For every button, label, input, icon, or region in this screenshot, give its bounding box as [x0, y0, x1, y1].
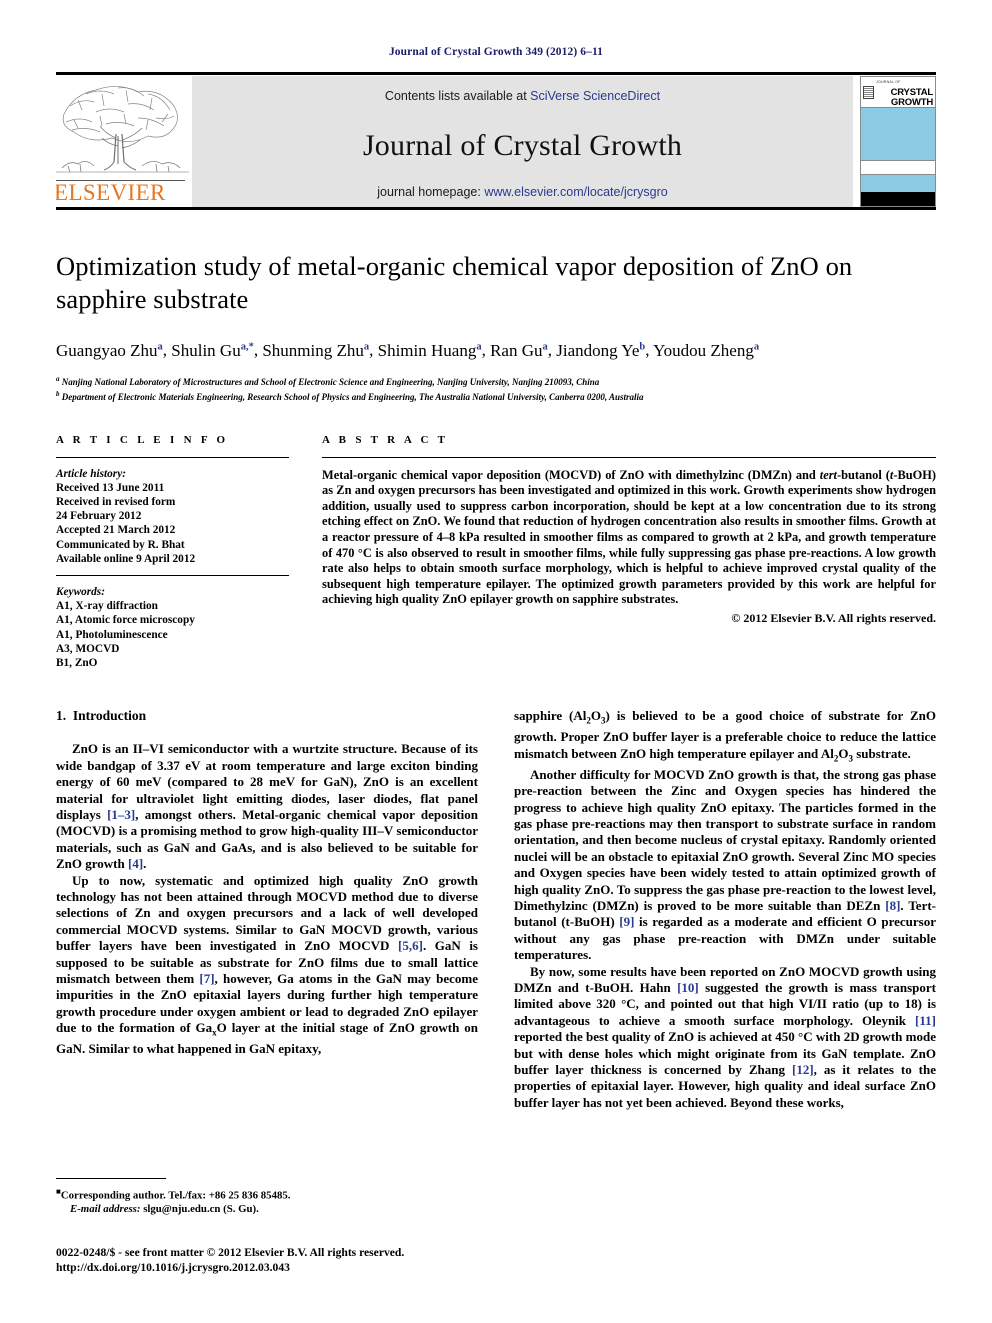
- keyword-2: A1, Atomic force microscopy: [56, 614, 195, 627]
- journal-cover-thumbnail: JOURNAL OF CRYSTAL GROWTH: [860, 76, 936, 207]
- footnote-rule: [56, 1178, 166, 1179]
- citation-10[interactable]: [10]: [677, 980, 699, 995]
- journal-masthead: ELSEVIER Contents lists available at Sci…: [56, 76, 936, 207]
- keywords-rule: [56, 575, 289, 577]
- history-line-6: Available online 9 April 2012: [56, 552, 196, 565]
- paragraph-right-3: By now, some results have been reported …: [514, 963, 937, 1110]
- running-head: Journal of Crystal Growth 349 (2012) 6–1…: [388, 46, 604, 58]
- paragraph-right-1: sapphire (Al2O3) is believed to be a goo…: [514, 708, 936, 764]
- body-left-column: 1. Introduction ZnO is an II–VI semicond…: [56, 708, 478, 1111]
- article-history-label: Article history:: [56, 467, 126, 480]
- history-line-2: Received in revised form: [56, 496, 176, 509]
- article-history: Article history: Received 13 June 2011 R…: [56, 467, 289, 566]
- body-region: 1. Introduction ZnO is an II–VI semicond…: [56, 708, 936, 1111]
- journal-title: Journal of Crystal Growth: [362, 129, 683, 162]
- journal-homepage-link[interactable]: www.elsevier.com/locate/jcrysgro: [484, 185, 667, 199]
- keyword-4: A3, MOCVD: [56, 642, 120, 655]
- history-line-4: Accepted 21 March 2012: [56, 524, 176, 537]
- citation-12[interactable]: [12]: [792, 1062, 814, 1077]
- keywords-label: Keywords:: [56, 586, 105, 599]
- cover-tiny-label: JOURNAL OF: [876, 79, 901, 84]
- abstract-rule: [322, 456, 936, 458]
- elsevier-wordmark: ELSEVIER: [56, 180, 166, 205]
- cover-white-band: [861, 161, 935, 175]
- affiliations: a Nanjing National Laboratory of Microst…: [56, 373, 936, 404]
- author-list: Guangyao Zhua, Shulin Gua,*, Shunming Zh…: [56, 340, 760, 360]
- body-column-gap: [478, 708, 514, 1111]
- corresponding-author-note: ■Corresponding author. Tel./fax: +86 25 …: [56, 1187, 291, 1202]
- page-title: Optimization study of metal-organic chem…: [56, 251, 853, 314]
- body-right-column: sapphire (Al2O3) is believed to be a goo…: [514, 708, 936, 1111]
- article-page: Journal of Crystal Growth 349 (2012) 6–1…: [0, 0, 992, 1323]
- elsevier-tree-icon: [56, 86, 189, 173]
- citation-5-6[interactable]: [5,6]: [398, 938, 423, 953]
- keyword-5: B1, ZnO: [56, 657, 98, 670]
- article-info-rule: [56, 456, 289, 458]
- keyword-1: A1, X-ray diffraction: [56, 600, 158, 613]
- citation-4[interactable]: [4]: [128, 856, 143, 871]
- cover-image-band-top: [861, 108, 935, 161]
- email-value[interactable]: slgu@nju.edu.cn (S. Gu).: [143, 1203, 259, 1215]
- cover-image-band-bottom: [861, 175, 935, 192]
- citation-11[interactable]: [11]: [915, 1013, 936, 1028]
- section-heading-introduction: 1. Introduction: [56, 708, 147, 724]
- keyword-3: A1, Photoluminescence: [56, 628, 168, 641]
- page-footer: 0022-0248/$ - see front matter © 2012 El…: [56, 1245, 576, 1275]
- cover-header: JOURNAL OF CRYSTAL GROWTH: [861, 77, 935, 108]
- footnote-area: ■Corresponding author. Tel./fax: +86 25 …: [56, 1178, 478, 1216]
- paragraph-right-2: Another difficulty for MOCVD ZnO growth …: [514, 766, 937, 963]
- author-3: Shunming Zhua: [262, 340, 370, 360]
- author-7: Youdou Zhenga: [653, 340, 760, 360]
- elsevier-logo: ELSEVIER: [56, 76, 189, 207]
- citation-7[interactable]: [7]: [199, 971, 214, 986]
- paragraph-left-2: Up to now, systematic and optimized high…: [56, 872, 479, 1057]
- affiliation-a: a Nanjing National Laboratory of Microst…: [56, 374, 600, 387]
- article-info-column: A R T I C L E I N F O Article history: R…: [56, 434, 289, 671]
- author-5: Ran Gua: [490, 340, 548, 360]
- history-line-3: 24 February 2012: [56, 510, 142, 523]
- header-rule-top: [56, 72, 936, 75]
- history-line-1: Received 13 June 2011: [56, 481, 165, 494]
- article-info-heading: A R T I C L E I N F O: [56, 433, 229, 446]
- abstract-text: Metal-organic chemical vapor deposition …: [322, 467, 936, 607]
- doi-line[interactable]: http://dx.doi.org/10.1016/j.jcrysgro.201…: [56, 1260, 576, 1275]
- header-rule-bottom: [56, 207, 936, 210]
- contents-prefix: Contents lists available at: [384, 89, 531, 103]
- abstract-copyright: © 2012 Elsevier B.V. All rights reserved…: [731, 611, 936, 625]
- issn-copyright-line: 0022-0248/$ - see front matter © 2012 El…: [56, 1246, 405, 1259]
- cover-mini-logo-icon: [863, 85, 874, 99]
- column-gap: [289, 434, 322, 671]
- keywords-block: Keywords: A1, X-ray diffraction A1, Atom…: [56, 585, 289, 670]
- cover-line-2: GROWTH: [890, 96, 933, 108]
- cover-footer-band: [861, 192, 935, 206]
- author-4: Shimin Huanga: [377, 340, 482, 360]
- journal-band: Contents lists available at SciVerse Sci…: [192, 76, 853, 207]
- email-note: E-mail address: slgu@nju.edu.cn (S. Gu).: [56, 1203, 478, 1216]
- cover-title-text: JOURNAL OF CRYSTAL GROWTH: [876, 77, 933, 108]
- author-1: Guangyao Zhua: [56, 340, 163, 360]
- abstract-column: A B S T R A C T Metal-organic chemical v…: [322, 434, 936, 671]
- journal-homepage-line: journal homepage: www.elsevier.com/locat…: [192, 185, 853, 199]
- author-6: Jiandong Yeb: [556, 340, 646, 360]
- citation-8[interactable]: [8]: [885, 898, 900, 913]
- history-line-5: Communicated by R. Bhat: [56, 538, 185, 551]
- email-label: E-mail address:: [70, 1203, 141, 1215]
- citation-1-3[interactable]: [1–3]: [107, 807, 135, 822]
- sciencedirect-link[interactable]: SciVerse ScienceDirect: [530, 89, 660, 103]
- abstract-heading: A B S T R A C T: [322, 433, 449, 446]
- author-2: Shulin Gua,*: [171, 340, 254, 360]
- info-abstract-region: A R T I C L E I N F O Article history: R…: [56, 434, 936, 671]
- affiliation-b: b Department of Electronic Materials Eng…: [56, 390, 644, 403]
- paragraph-left-1: ZnO is an II–VI semiconductor with a wur…: [56, 741, 478, 872]
- citation-9[interactable]: [9]: [619, 914, 634, 929]
- homepage-prefix: journal homepage:: [377, 185, 485, 199]
- contents-lists-line: Contents lists available at SciVerse Sci…: [192, 76, 853, 103]
